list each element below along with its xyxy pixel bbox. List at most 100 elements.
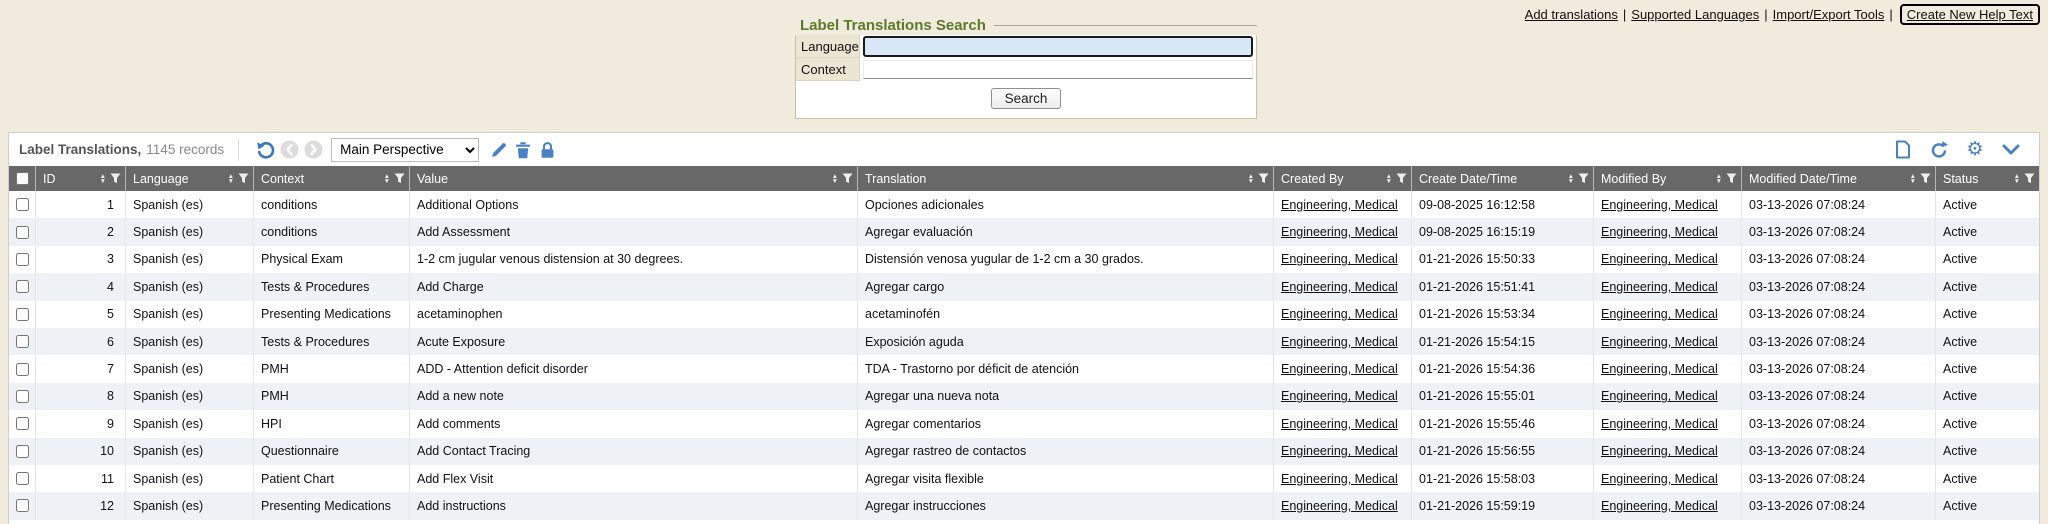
row-checkbox[interactable] bbox=[16, 417, 29, 430]
link-supported-languages[interactable]: Supported Languages bbox=[1631, 7, 1759, 22]
modified-by-link[interactable]: Engineering, Medical bbox=[1601, 335, 1718, 349]
perspective-select[interactable]: Main Perspective bbox=[331, 138, 479, 162]
search-button[interactable]: Search bbox=[991, 88, 1062, 109]
edit-pencil-icon[interactable] bbox=[487, 138, 511, 162]
new-document-icon[interactable] bbox=[1891, 138, 1915, 162]
table-row[interactable]: 8 Spanish (es) PMH Add a new note Agrega… bbox=[9, 383, 2039, 410]
modified-by-link[interactable]: Engineering, Medical bbox=[1601, 198, 1718, 212]
row-checkbox[interactable] bbox=[16, 390, 29, 403]
header-created-by[interactable]: Created By ▲▼ bbox=[1273, 166, 1411, 191]
context-input[interactable] bbox=[863, 60, 1253, 79]
filter-icon[interactable] bbox=[1726, 173, 1737, 184]
sort-icon[interactable]: ▲▼ bbox=[1568, 174, 1574, 184]
table-row[interactable]: 7 Spanish (es) PMH ADD - Attention defic… bbox=[9, 355, 2039, 382]
created-by-link[interactable]: Engineering, Medical bbox=[1281, 444, 1398, 458]
table-row[interactable]: 9 Spanish (es) HPI Add comments Agregar … bbox=[9, 410, 2039, 437]
previous-icon[interactable] bbox=[277, 138, 301, 162]
link-create-new-help-text[interactable]: Create New Help Text bbox=[1907, 7, 2033, 22]
created-by-link[interactable]: Engineering, Medical bbox=[1281, 417, 1398, 431]
modified-by-link[interactable]: Engineering, Medical bbox=[1601, 444, 1718, 458]
filter-icon[interactable] bbox=[1578, 173, 1589, 184]
row-checkbox[interactable] bbox=[16, 499, 29, 512]
table-row[interactable]: 2 Spanish (es) conditions Add Assessment… bbox=[9, 218, 2039, 245]
delete-trash-icon[interactable] bbox=[511, 138, 535, 162]
modified-by-link[interactable]: Engineering, Medical bbox=[1601, 389, 1718, 403]
header-value[interactable]: Value ▲▼ bbox=[409, 166, 857, 191]
language-input[interactable] bbox=[863, 36, 1253, 57]
header-create-datetime[interactable]: Create Date/Time ▲▼ bbox=[1411, 166, 1593, 191]
lock-icon[interactable] bbox=[535, 138, 559, 162]
next-icon[interactable] bbox=[301, 138, 325, 162]
row-checkbox-cell bbox=[9, 191, 35, 218]
created-by-link[interactable]: Engineering, Medical bbox=[1281, 252, 1398, 266]
link-add-translations[interactable]: Add translations bbox=[1525, 7, 1618, 22]
modified-by-link[interactable]: Engineering, Medical bbox=[1601, 280, 1718, 294]
created-by-link[interactable]: Engineering, Medical bbox=[1281, 280, 1398, 294]
filter-icon[interactable] bbox=[1258, 173, 1269, 184]
header-status[interactable]: Status ▲▼ bbox=[1935, 166, 2039, 191]
sort-icon[interactable]: ▲▼ bbox=[100, 174, 106, 184]
header-modified-by[interactable]: Modified By ▲▼ bbox=[1593, 166, 1741, 191]
row-checkbox[interactable] bbox=[16, 198, 29, 211]
select-all-checkbox[interactable] bbox=[16, 172, 29, 185]
sort-icon[interactable]: ▲▼ bbox=[228, 174, 234, 184]
created-by-link[interactable]: Engineering, Medical bbox=[1281, 225, 1398, 239]
modified-by-link[interactable]: Engineering, Medical bbox=[1601, 225, 1718, 239]
filter-icon[interactable] bbox=[1920, 173, 1931, 184]
modified-by-link[interactable]: Engineering, Medical bbox=[1601, 472, 1718, 486]
collapse-chevron-icon[interactable] bbox=[1999, 138, 2023, 162]
table-row[interactable]: 3 Spanish (es) Physical Exam 1-2 cm jugu… bbox=[9, 246, 2039, 273]
table-row[interactable]: 4 Spanish (es) Tests & Procedures Add Ch… bbox=[9, 273, 2039, 300]
created-by-link[interactable]: Engineering, Medical bbox=[1281, 335, 1398, 349]
modified-by-link[interactable]: Engineering, Medical bbox=[1601, 307, 1718, 321]
row-checkbox[interactable] bbox=[16, 445, 29, 458]
link-create-new-help-text-box[interactable]: Create New Help Text bbox=[1900, 4, 2040, 25]
row-checkbox[interactable] bbox=[16, 308, 29, 321]
created-by-link[interactable]: Engineering, Medical bbox=[1281, 198, 1398, 212]
table-row[interactable]: 11 Spanish (es) Patient Chart Add Flex V… bbox=[9, 465, 2039, 492]
created-by-link[interactable]: Engineering, Medical bbox=[1281, 499, 1398, 513]
table-row[interactable]: 10 Spanish (es) Questionnaire Add Contac… bbox=[9, 438, 2039, 465]
refresh-icon[interactable] bbox=[1927, 138, 1951, 162]
sort-icon[interactable]: ▲▼ bbox=[384, 174, 390, 184]
header-translation[interactable]: Translation ▲▼ bbox=[857, 166, 1273, 191]
sort-icon[interactable]: ▲▼ bbox=[1716, 174, 1722, 184]
header-id[interactable]: ID ▲▼ bbox=[35, 166, 125, 191]
modified-by-link[interactable]: Engineering, Medical bbox=[1601, 252, 1718, 266]
sort-icon[interactable]: ▲▼ bbox=[1386, 174, 1392, 184]
modified-by-link[interactable]: Engineering, Medical bbox=[1601, 362, 1718, 376]
row-checkbox[interactable] bbox=[16, 363, 29, 376]
created-by-link[interactable]: Engineering, Medical bbox=[1281, 362, 1398, 376]
row-checkbox[interactable] bbox=[16, 472, 29, 485]
row-checkbox[interactable] bbox=[16, 280, 29, 293]
modified-by-link[interactable]: Engineering, Medical bbox=[1601, 417, 1718, 431]
sort-icon[interactable]: ▲▼ bbox=[832, 174, 838, 184]
modified-by-link[interactable]: Engineering, Medical bbox=[1601, 499, 1718, 513]
undo-icon[interactable] bbox=[253, 138, 277, 162]
sort-icon[interactable]: ▲▼ bbox=[2014, 174, 2020, 184]
header-modified-datetime[interactable]: Modified Date/Time ▲▼ bbox=[1741, 166, 1935, 191]
table-row[interactable]: 6 Spanish (es) Tests & Procedures Acute … bbox=[9, 328, 2039, 355]
table-row[interactable]: 12 Spanish (es) Presenting Medications A… bbox=[9, 492, 2039, 519]
header-label: Create Date/Time bbox=[1419, 172, 1566, 186]
filter-icon[interactable] bbox=[842, 173, 853, 184]
header-language[interactable]: Language ▲▼ bbox=[125, 166, 253, 191]
settings-gear-icon[interactable]: ⚙ bbox=[1963, 138, 1987, 162]
sort-icon[interactable]: ▲▼ bbox=[1910, 174, 1916, 184]
sort-icon[interactable]: ▲▼ bbox=[1248, 174, 1254, 184]
row-checkbox[interactable] bbox=[16, 253, 29, 266]
filter-icon[interactable] bbox=[394, 173, 405, 184]
filter-icon[interactable] bbox=[238, 173, 249, 184]
table-row[interactable]: 5 Spanish (es) Presenting Medications ac… bbox=[9, 301, 2039, 328]
created-by-link[interactable]: Engineering, Medical bbox=[1281, 472, 1398, 486]
table-row[interactable]: 1 Spanish (es) conditions Additional Opt… bbox=[9, 191, 2039, 218]
filter-icon[interactable] bbox=[2024, 173, 2035, 184]
row-checkbox[interactable] bbox=[16, 335, 29, 348]
row-checkbox[interactable] bbox=[16, 226, 29, 239]
link-import-export-tools[interactable]: Import/Export Tools bbox=[1773, 7, 1885, 22]
filter-icon[interactable] bbox=[110, 173, 121, 184]
header-context[interactable]: Context ▲▼ bbox=[253, 166, 409, 191]
filter-icon[interactable] bbox=[1396, 173, 1407, 184]
created-by-link[interactable]: Engineering, Medical bbox=[1281, 389, 1398, 403]
created-by-link[interactable]: Engineering, Medical bbox=[1281, 307, 1398, 321]
